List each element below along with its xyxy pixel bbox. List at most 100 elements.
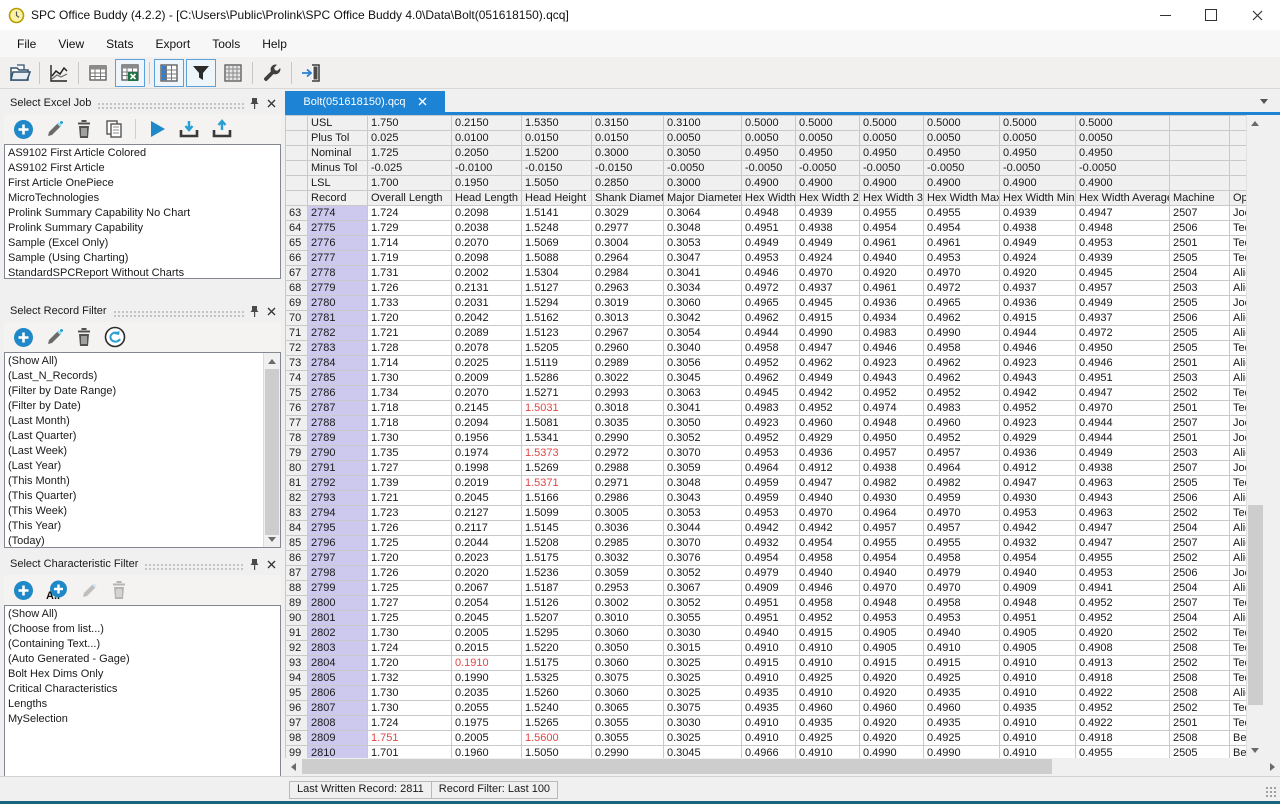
value-cell[interactable]: 0.2094 <box>452 416 522 431</box>
scrollbar-thumb[interactable] <box>1248 505 1263 705</box>
row-number-cell[interactable]: 94 <box>286 671 308 686</box>
minimize-button[interactable] <box>1142 0 1188 30</box>
value-cell[interactable]: 1.730 <box>368 701 452 716</box>
spec-value-cell[interactable]: 0.0050 <box>664 131 742 146</box>
value-cell[interactable]: 0.4910 <box>1000 731 1076 746</box>
row-number-cell[interactable]: 80 <box>286 461 308 476</box>
value-cell[interactable]: 0.4910 <box>796 686 860 701</box>
row-number-cell[interactable]: 89 <box>286 596 308 611</box>
value-cell[interactable]: 0.4953 <box>1000 506 1076 521</box>
spec-value-cell[interactable] <box>1230 116 1247 131</box>
row-number-cell[interactable]: 95 <box>286 686 308 701</box>
value-cell[interactable]: 0.4960 <box>796 416 860 431</box>
value-cell[interactable]: 0.4953 <box>742 506 796 521</box>
value-cell[interactable]: 0.4960 <box>924 701 1000 716</box>
value-cell[interactable]: 0.3076 <box>664 551 742 566</box>
operator-cell[interactable]: Alic <box>1230 326 1247 341</box>
value-cell[interactable]: 0.4910 <box>796 656 860 671</box>
spec-value-cell[interactable]: -0.0150 <box>592 161 664 176</box>
spec-label-cell[interactable]: LSL <box>308 176 368 191</box>
record-cell[interactable]: 2784 <box>308 356 368 371</box>
value-cell[interactable]: 0.2042 <box>452 311 522 326</box>
value-cell[interactable]: 0.2009 <box>452 371 522 386</box>
operator-cell[interactable]: Joe <box>1230 296 1247 311</box>
record-cell[interactable]: 2782 <box>308 326 368 341</box>
scroll-up-icon[interactable] <box>1247 115 1263 131</box>
operator-cell[interactable]: Ted <box>1230 656 1247 671</box>
list-item[interactable]: (Filter by Date Range) <box>5 384 280 399</box>
value-cell[interactable]: 0.4952 <box>1076 701 1170 716</box>
value-cell[interactable]: 0.4982 <box>860 476 924 491</box>
value-cell[interactable]: 0.4972 <box>924 281 1000 296</box>
list-item[interactable]: (Last Week) <box>5 444 280 459</box>
value-cell[interactable]: 0.4942 <box>742 521 796 536</box>
value-cell[interactable]: 0.4949 <box>796 236 860 251</box>
value-cell[interactable]: 0.4920 <box>860 716 924 731</box>
value-cell[interactable]: 1.730 <box>368 626 452 641</box>
value-cell[interactable]: 1.5236 <box>522 566 592 581</box>
value-cell[interactable]: 0.4957 <box>924 521 1000 536</box>
value-cell[interactable]: 0.3019 <box>592 296 664 311</box>
value-cell[interactable]: 0.3036 <box>592 521 664 536</box>
operator-cell[interactable]: Ted <box>1230 221 1247 236</box>
value-cell[interactable]: 1.5240 <box>522 701 592 716</box>
menu-item-export[interactable]: Export <box>145 33 202 55</box>
value-cell[interactable]: 0.2038 <box>452 221 522 236</box>
exit-button[interactable] <box>296 59 326 87</box>
column-header[interactable]: Hex Width 1 <box>742 191 796 206</box>
value-cell[interactable]: 0.4953 <box>924 251 1000 266</box>
spec-label-cell[interactable]: USL <box>308 116 368 131</box>
scrollbar-thumb[interactable] <box>265 369 279 535</box>
value-cell[interactable]: 1.5271 <box>522 386 592 401</box>
value-cell[interactable]: 0.3018 <box>592 401 664 416</box>
grid-horizontal-scrollbar[interactable] <box>285 758 1280 775</box>
value-cell[interactable]: 0.4958 <box>924 596 1000 611</box>
record-cell[interactable]: 2791 <box>308 461 368 476</box>
value-cell[interactable]: 0.4918 <box>1076 671 1170 686</box>
value-cell[interactable]: 0.4950 <box>860 431 924 446</box>
value-cell[interactable]: 0.4935 <box>742 686 796 701</box>
close-button[interactable] <box>1234 0 1280 30</box>
spec-value-cell[interactable]: 0.0050 <box>924 131 1000 146</box>
spec-value-cell[interactable]: 0.4950 <box>796 146 860 161</box>
value-cell[interactable]: 1.5341 <box>522 431 592 446</box>
value-cell[interactable]: 0.4961 <box>860 281 924 296</box>
list-item[interactable]: StandardSPCReport Without Charts <box>5 266 280 279</box>
record-cell[interactable]: 2775 <box>308 221 368 236</box>
value-cell[interactable]: 0.4952 <box>1000 401 1076 416</box>
value-cell[interactable]: 0.2145 <box>452 401 522 416</box>
value-cell[interactable]: 0.3055 <box>592 716 664 731</box>
add-filter-icon[interactable] <box>13 327 34 348</box>
value-cell[interactable]: 0.4942 <box>1000 521 1076 536</box>
value-cell[interactable]: 0.4935 <box>924 716 1000 731</box>
record-cell[interactable]: 2808 <box>308 716 368 731</box>
row-number-cell[interactable]: 85 <box>286 536 308 551</box>
machine-cell[interactable]: 2504 <box>1170 266 1230 281</box>
value-cell[interactable]: 1.5031 <box>522 401 592 416</box>
value-cell[interactable]: 0.4974 <box>860 401 924 416</box>
value-cell[interactable]: 0.3005 <box>592 506 664 521</box>
value-cell[interactable]: 0.4925 <box>796 731 860 746</box>
spec-value-cell[interactable]: -0.0050 <box>664 161 742 176</box>
spec-value-cell[interactable]: 0.5000 <box>924 116 1000 131</box>
value-cell[interactable]: 0.4952 <box>860 386 924 401</box>
value-cell[interactable]: 0.4970 <box>796 506 860 521</box>
row-number-cell[interactable]: 97 <box>286 716 308 731</box>
reset-filter-icon[interactable] <box>104 326 126 348</box>
column-header[interactable]: Overall Length <box>368 191 452 206</box>
column-header[interactable]: Hex Width 3 <box>860 191 924 206</box>
row-number-cell[interactable]: 66 <box>286 251 308 266</box>
machine-cell[interactable]: 2505 <box>1170 326 1230 341</box>
value-cell[interactable]: 0.4948 <box>1000 596 1076 611</box>
value-cell[interactable]: 0.4939 <box>1076 251 1170 266</box>
list-item[interactable]: (Last Year) <box>5 459 280 474</box>
value-cell[interactable]: 0.4937 <box>796 281 860 296</box>
value-cell[interactable]: 0.1956 <box>452 431 522 446</box>
list-item[interactable]: AS9102 First Article Colored <box>5 146 280 161</box>
machine-cell[interactable]: 2501 <box>1170 716 1230 731</box>
record-cell[interactable]: 2778 <box>308 266 368 281</box>
operator-cell[interactable]: Alic <box>1230 371 1247 386</box>
value-cell[interactable]: 1.5126 <box>522 596 592 611</box>
machine-cell[interactable]: 2502 <box>1170 701 1230 716</box>
spec-value-cell[interactable]: 0.0050 <box>742 131 796 146</box>
